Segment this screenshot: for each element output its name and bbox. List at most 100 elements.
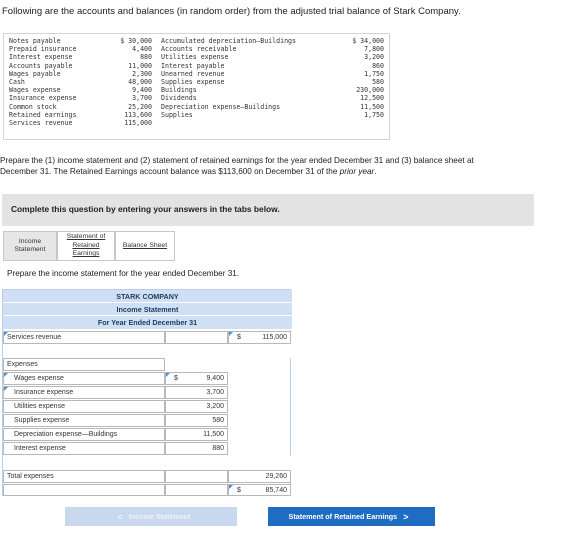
balance-name: Accounts receivable [161, 45, 237, 54]
total-expenses-label-input[interactable]: Total expenses [3, 470, 165, 483]
expense-amount-input[interactable]: 3,200 [165, 400, 228, 413]
tab-income-statement[interactable]: Income Statement [3, 231, 57, 261]
prev-tab-label: Income Statement [128, 512, 191, 521]
total-expenses-input[interactable]: 29,260 [228, 470, 291, 483]
revenue-col1-input[interactable] [165, 331, 228, 344]
instructions-banner: Complete this question by entering your … [2, 194, 534, 226]
balances-col1-names: Notes payable Prepaid insurance Interest… [9, 37, 95, 127]
question-line2: December 31. The Retained Earnings accou… [0, 167, 587, 178]
expense-label-input[interactable]: Insurance expense [3, 386, 165, 399]
balance-value: 7,800 [364, 45, 384, 54]
balance-name: Unearned revenue [161, 69, 225, 78]
balances-col2-values: $ 34,000 7,800 3,200 860 1,750 580 230,0… [334, 37, 384, 119]
balance-name: Supplies expense [161, 77, 225, 86]
balance-value: 113,600 [124, 110, 152, 119]
company-name: STARK COMPANY [3, 290, 292, 303]
balance-value: 580 [372, 77, 384, 86]
balance-name: Buildings [161, 86, 197, 95]
next-tab-button[interactable]: Statement of Retained Earnings > [268, 507, 435, 526]
expense-amount-input[interactable]: 11,500 [165, 428, 228, 441]
expense-amount-input[interactable]: $9,400 [165, 372, 228, 385]
balance-value: 230,000 [356, 86, 384, 95]
balance-value: 1,750 [364, 69, 384, 78]
balance-name: Cash [9, 77, 25, 86]
balance-value: 880 [140, 53, 152, 62]
input-marker [229, 485, 233, 489]
balance-name: Accumulated depreciation—Buildings [161, 37, 296, 45]
total-col1-input[interactable] [165, 470, 228, 483]
currency-symbol: $ [174, 375, 178, 382]
expense-label-input[interactable]: Utilities expense [3, 400, 165, 413]
chevron-left-icon: < [117, 511, 123, 522]
input-marker [229, 332, 233, 336]
revenue-label-input[interactable]: Services revenue [3, 331, 165, 344]
expense-label-input[interactable]: Interest expense [3, 442, 165, 455]
expense-amount-input[interactable]: 580 [165, 414, 228, 427]
currency-symbol: $ [237, 487, 241, 494]
income-statement-form: STARK COMPANY Income Statement For Year … [2, 289, 292, 496]
tab-balance-sheet[interactable]: Balance Sheet [115, 231, 175, 261]
balance-value: 2,300 [132, 69, 152, 78]
question-text: Prepare the (1) income statement and (2)… [0, 156, 587, 177]
balance-name: Prepaid insurance [9, 45, 77, 54]
account-balances-table: Notes payable Prepaid insurance Interest… [3, 33, 390, 140]
input-marker [4, 373, 8, 377]
expense-label-input[interactable]: Supplies expense [3, 414, 165, 427]
balance-value: 860 [372, 61, 384, 70]
balance-value: 11,500 [360, 102, 384, 111]
intro-text: Following are the accounts and balances … [2, 6, 461, 17]
balance-value: 3,200 [364, 53, 384, 62]
prev-tab-button[interactable]: < Income Statement [65, 507, 237, 526]
balances-col2-names: Accumulated depreciation—Buildings Accou… [161, 37, 326, 119]
question-line1: Prepare the (1) income statement and (2)… [0, 156, 474, 165]
input-marker [4, 332, 8, 336]
revenue-amount-input[interactable]: $115,000 [228, 331, 291, 344]
tab-label-line: Earnings [72, 250, 100, 258]
net-col1-input[interactable] [165, 484, 228, 496]
expense-amount: 9,400 [206, 375, 224, 382]
statement-period: For Year Ended December 31 [3, 316, 292, 330]
balance-value: 9,400 [132, 86, 152, 95]
balance-value: 25,200 [128, 102, 152, 111]
tab-label-line: Statement [14, 246, 46, 253]
balance-value: 115,000 [124, 118, 152, 127]
balance-name: Supplies [161, 110, 193, 119]
balance-name: Wages payable [9, 69, 61, 78]
tab-retained-earnings-label: Statement of Retained Earnings [67, 233, 106, 258]
expense-amount-input[interactable]: 880 [165, 442, 228, 455]
question-line2-suffix: . [374, 166, 377, 176]
balance-value: 12,500 [360, 94, 384, 103]
chevron-right-icon: > [403, 511, 409, 522]
balance-name: Dividends [161, 94, 197, 103]
balance-name: Wages expense [9, 86, 61, 95]
balance-value: 11,000 [128, 61, 152, 70]
net-income-input[interactable]: $85,740 [228, 484, 291, 496]
balance-value: 48,000 [128, 77, 152, 86]
balance-name: Accounts payable [9, 61, 73, 70]
balance-value: $ 30,000 [120, 37, 152, 45]
tab-balance-sheet-label: Balance Sheet [122, 241, 168, 249]
balance-value: 1,750 [364, 110, 384, 119]
balance-value: 3,700 [132, 94, 152, 103]
spacer-row [3, 456, 291, 470]
expense-label-input[interactable]: Wages expense [3, 372, 165, 385]
currency-symbol: $ [237, 334, 241, 341]
net-income-label-input[interactable] [3, 484, 165, 496]
balance-name: Interest payable [161, 61, 225, 70]
tab-label-line: Statement of [66, 233, 106, 241]
spacer-row [3, 344, 291, 358]
tab-label-line: Retained [72, 241, 100, 249]
revenue-amount: 115,000 [262, 334, 287, 341]
input-marker [166, 373, 170, 377]
input-marker [4, 387, 8, 391]
balance-name: Depreciation expense—Buildings [161, 102, 281, 111]
balance-name: Notes payable [9, 37, 61, 45]
balances-col1-values: $ 30,000 4,400 880 11,000 2,300 48,000 9… [104, 37, 152, 127]
balance-value: 4,400 [132, 45, 152, 54]
expense-amount-input[interactable]: 3,700 [165, 386, 228, 399]
tab-retained-earnings[interactable]: Statement of Retained Earnings [57, 231, 115, 261]
tab-income-statement-label: Income Statement [15, 238, 46, 255]
net-income-amount: 85,740 [265, 487, 287, 494]
expenses-heading: Expenses [3, 358, 165, 371]
expense-label-input[interactable]: Depreciation expense—Buildings [3, 428, 165, 441]
